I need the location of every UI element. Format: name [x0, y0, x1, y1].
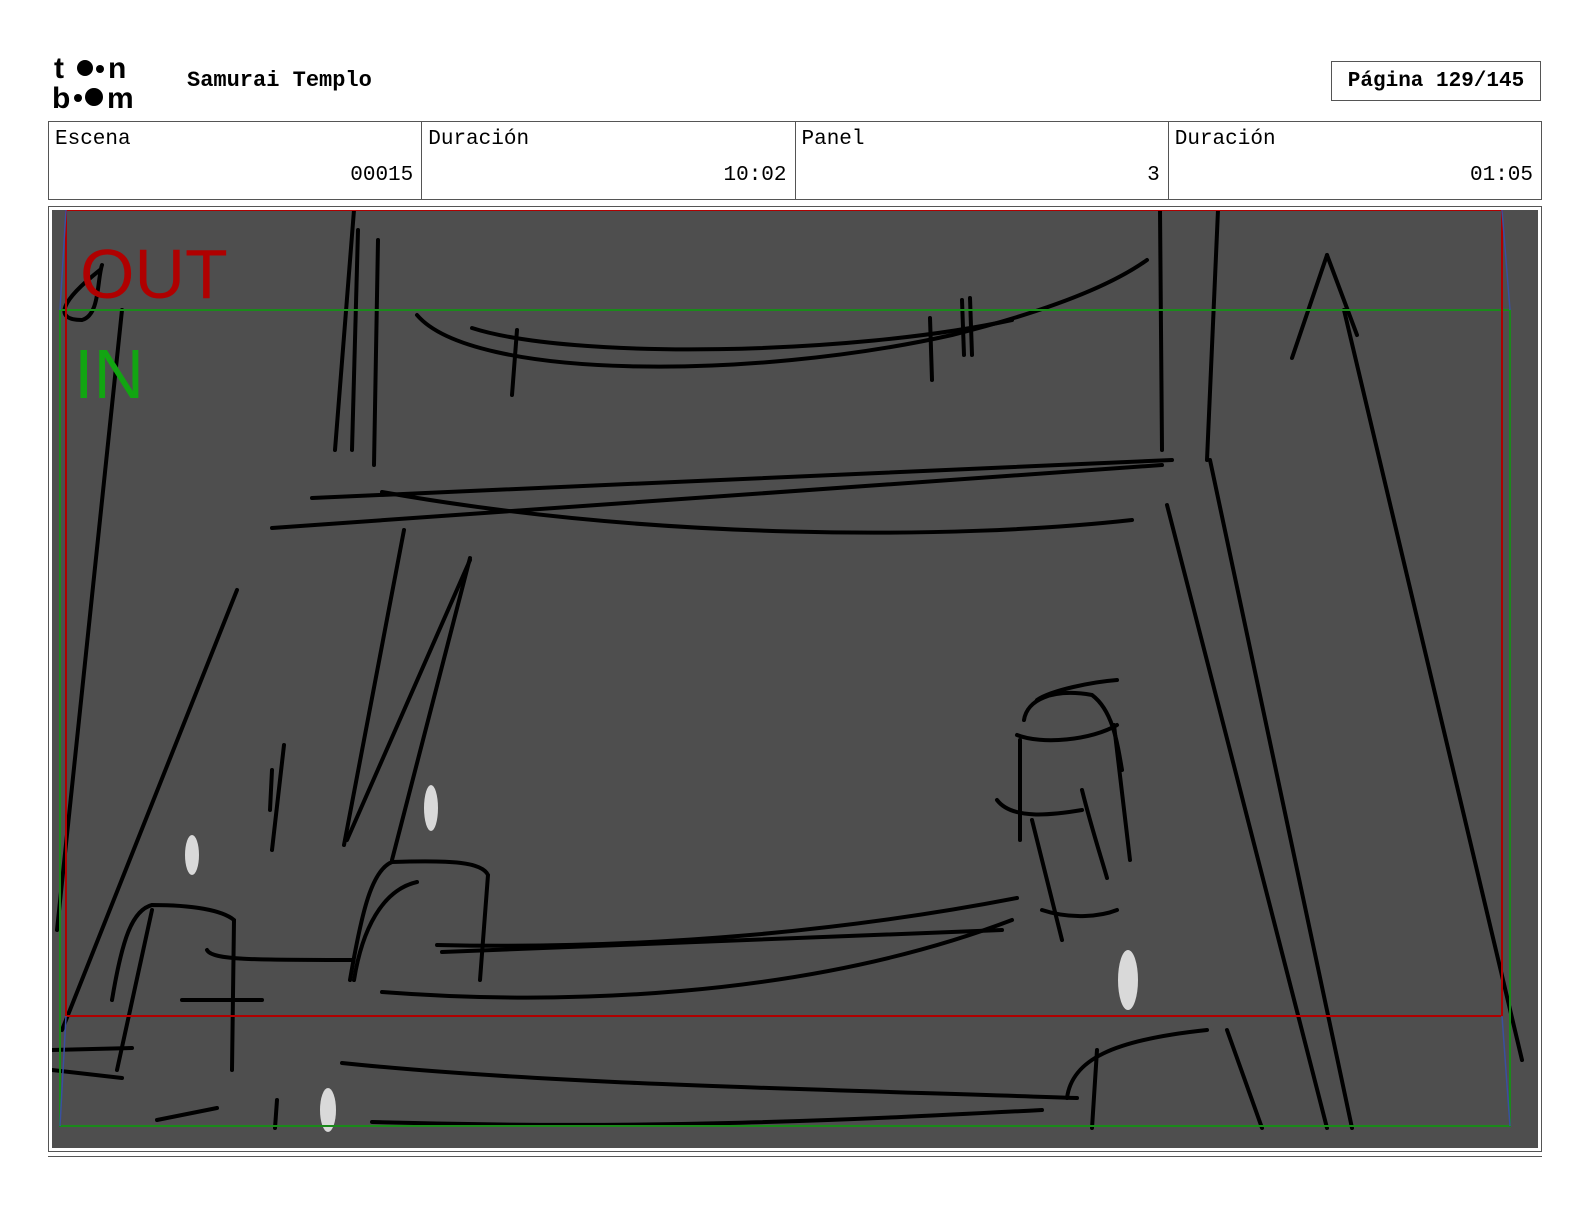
storyboard-panel-sketch: OUT IN [52, 210, 1538, 1148]
scene-info-table: Escena 00015 Duración 10:02 Panel 3 Dura… [48, 121, 1542, 200]
scene-value: 00015 [350, 164, 414, 187]
panel-cell: Panel 3 [796, 122, 1169, 199]
panel-duration-value: 01:05 [1469, 164, 1533, 187]
svg-text:n: n [108, 52, 126, 85]
scene-cell: Escena 00015 [49, 122, 423, 199]
panel-value: 3 [1147, 164, 1160, 187]
bottom-rule [48, 1156, 1542, 1157]
scene-duration-label: Duración [428, 128, 530, 151]
scene-label: Escena [55, 128, 131, 151]
panel-duration-cell: Duración 01:05 [1169, 122, 1541, 199]
svg-text:t: t [54, 52, 64, 85]
project-title: Samurai Templo [187, 68, 372, 93]
scene-duration-cell: Duración 10:02 [422, 122, 796, 199]
svg-text:m: m [107, 82, 134, 112]
toon-boom-logo: t n b m [52, 52, 134, 112]
page-indicator: Página 129/145 [1331, 61, 1541, 101]
panel-background [52, 210, 1538, 1148]
panel-label: Panel [801, 128, 865, 151]
scene-duration-value: 10:02 [723, 164, 787, 187]
svg-text:b: b [52, 82, 70, 112]
in-label: IN [74, 335, 144, 413]
out-label: OUT [80, 235, 228, 313]
panel-duration-label: Duración [1174, 128, 1276, 151]
